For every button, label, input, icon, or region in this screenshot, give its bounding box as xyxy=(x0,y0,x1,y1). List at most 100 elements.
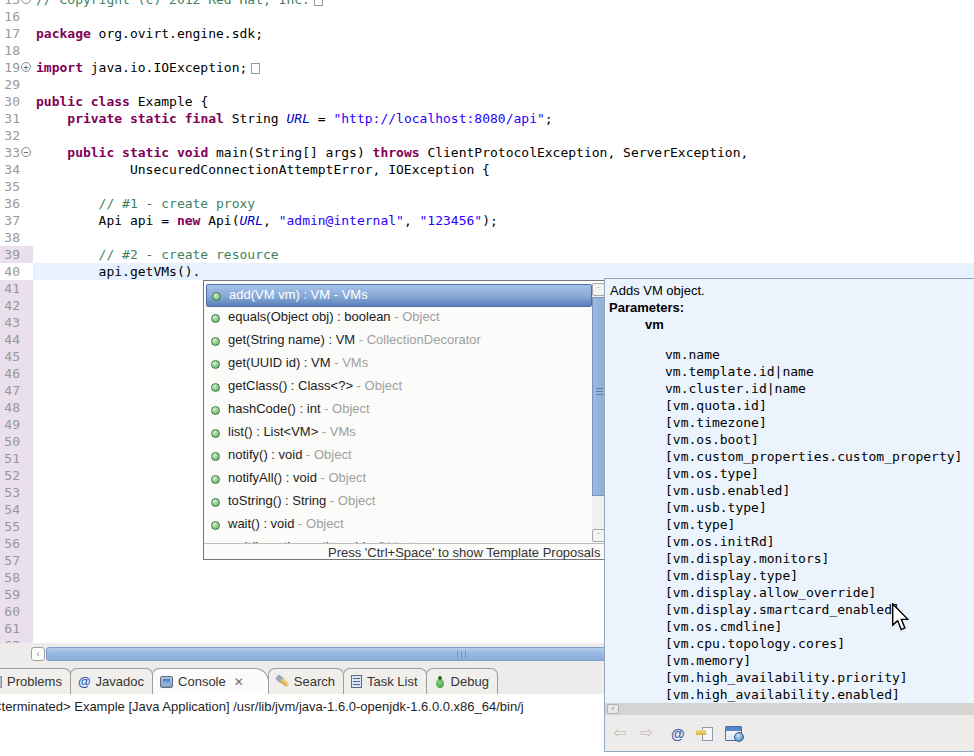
code-text: // #2 - create resource xyxy=(33,246,974,263)
completion-item[interactable]: get(UUID id) : VM - VMs xyxy=(206,353,592,376)
code-token: main(String[] args) xyxy=(208,145,372,160)
completion-item[interactable]: getClass() : Class<?> - Object xyxy=(206,376,592,399)
code-token: public xyxy=(67,145,114,160)
open-attached-javadoc-icon[interactable] xyxy=(696,726,713,741)
line-number: 17 xyxy=(0,25,33,42)
code-token: static xyxy=(130,111,177,126)
completion-status-text: Press 'Ctrl+Space' to show Template Prop… xyxy=(328,545,600,560)
code-line: 17package org.ovirt.engine.sdk; xyxy=(0,25,974,42)
tab-label: Debug xyxy=(451,674,489,689)
completion-item[interactable]: notifyAll() : void - Object xyxy=(206,468,592,491)
code-token: , xyxy=(404,213,420,228)
completion-item-label: add(VM vm) : VM - VMs xyxy=(229,287,368,302)
code-text: public class Example { xyxy=(33,93,974,110)
code-text: public static void main(String[] args) t… xyxy=(33,144,974,161)
completion-item-origin: - Object xyxy=(306,447,352,462)
fold-expand-icon[interactable]: + xyxy=(21,62,31,72)
forward-icon[interactable]: ⇨ xyxy=(640,724,653,742)
javadoc-param-row: [vm.usb.type] xyxy=(665,499,767,516)
code-token: class xyxy=(91,94,130,109)
close-tab-icon[interactable]: ✕ xyxy=(234,675,244,689)
line-number: 60 xyxy=(0,603,33,620)
code-token: public xyxy=(36,94,83,109)
javadoc-parameters-label: Parameters: xyxy=(609,299,684,316)
javadoc-param-row: [vm.high_availability.priority] xyxy=(665,669,908,686)
hscroll-left-button[interactable]: ‹ xyxy=(31,647,45,661)
line-number: 41 xyxy=(0,280,33,297)
completion-item[interactable]: add(VM vm) : VM - VMs xyxy=(206,284,592,307)
javadoc-icon: @ xyxy=(78,674,91,689)
code-token: throws xyxy=(373,145,420,160)
open-input-icon[interactable] xyxy=(725,726,743,740)
line-number: 39 xyxy=(0,246,33,263)
code-token xyxy=(114,145,122,160)
code-line: 19+import java.io.IOException; xyxy=(0,59,974,76)
code-text: Api api = new Api(URL, "admin@internal",… xyxy=(33,212,974,229)
code-line: 16 xyxy=(0,8,974,25)
code-line: 31 private static final String URL = "ht… xyxy=(0,110,974,127)
tab-task-list[interactable]: Task List xyxy=(343,668,427,694)
code-line: 30public class Example { xyxy=(0,93,974,110)
tab-search[interactable]: Search xyxy=(268,668,344,694)
show-javadoc-icon[interactable]: @ xyxy=(671,725,685,743)
completion-item[interactable]: equals(Object obj) : boolean - Object xyxy=(206,307,592,330)
javadoc-param-row: [vm.os.initRd] xyxy=(665,533,775,550)
line-number: 30 xyxy=(0,93,33,110)
line-number: 16 xyxy=(0,8,33,25)
public-method-icon xyxy=(211,360,220,369)
tab-problems[interactable]: Problems xyxy=(0,668,71,694)
completion-item[interactable]: wait() : void - Object xyxy=(206,514,592,537)
javadoc-param-row: [vm.display.monitors] xyxy=(665,550,829,567)
code-line: 39 // #2 - create resource xyxy=(0,246,974,263)
code-line: 15−// Copyright (c) 2012 Red Hat, Inc. xyxy=(0,0,974,8)
debug-icon xyxy=(434,676,446,688)
code-text: import java.io.IOException; xyxy=(33,59,974,76)
javadoc-hscrollbar[interactable]: ‹ xyxy=(605,703,974,715)
folded-region-box[interactable] xyxy=(251,63,260,74)
completion-item-origin: - VMs xyxy=(334,355,368,370)
code-token: void xyxy=(177,145,208,160)
code-text: // #1 - create proxy xyxy=(33,195,974,212)
tab-javadoc[interactable]: @ Javadoc xyxy=(70,668,153,694)
code-line: 38 xyxy=(0,229,974,246)
line-number: 46 xyxy=(0,365,33,382)
completion-item-origin: - CollectionDecorator xyxy=(359,332,481,347)
line-number: 31 xyxy=(0,110,33,127)
tab-label: Search xyxy=(294,674,335,689)
completion-list[interactable]: add(VM vm) : VM - VMs equals(Object obj) … xyxy=(204,281,604,544)
code-line: 35 xyxy=(0,178,974,195)
line-number: 48 xyxy=(0,399,33,416)
completion-item-label: toString() : String - Object xyxy=(228,493,375,508)
back-icon[interactable]: ⇦ xyxy=(613,724,626,742)
javadoc-param-row: [vm.display.type] xyxy=(665,567,798,584)
code-token xyxy=(177,111,185,126)
tab-debug[interactable]: Debug xyxy=(426,668,498,694)
public-method-icon xyxy=(211,452,220,461)
code-token: , xyxy=(263,213,279,228)
console-process-label: <terminated> Example [Java Application] … xyxy=(0,699,524,714)
completion-item-origin: - Object xyxy=(357,378,403,393)
code-token: final xyxy=(185,111,224,126)
tab-label: Javadoc xyxy=(96,674,144,689)
completion-item[interactable]: notify() : void - Object xyxy=(206,445,592,468)
console-icon xyxy=(160,676,173,688)
line-number: 55 xyxy=(0,518,33,535)
code-text: UnsecuredConnectionAttemptError, IOExcep… xyxy=(33,161,974,178)
code-token: UnsecuredConnectionAttemptError, IOExcep… xyxy=(36,162,490,177)
code-token: = xyxy=(310,111,333,126)
completion-item[interactable]: hashCode() : int - Object xyxy=(206,399,592,422)
code-text xyxy=(33,127,974,144)
javadoc-hscroll-left-button[interactable]: ‹ xyxy=(607,704,619,714)
completion-item-origin: - Object xyxy=(330,493,376,508)
completion-item[interactable]: toString() : String - Object xyxy=(206,491,592,514)
completion-item[interactable]: list() : List<VM> - VMs xyxy=(206,422,592,445)
completion-item[interactable]: get(String name) : VM - CollectionDecora… xyxy=(206,330,592,353)
line-number: 29 xyxy=(0,76,33,93)
folded-region-box[interactable] xyxy=(314,0,323,6)
code-line: 36 // #1 - create proxy xyxy=(0,195,974,212)
tab-console[interactable]: Console✕ xyxy=(152,668,269,694)
completion-item-label: wait() : void - Object xyxy=(228,516,344,531)
fold-collapse-icon[interactable]: − xyxy=(21,147,31,157)
hscroll-grip xyxy=(461,651,462,658)
javadoc-param-row: [vm.usb.enabled] xyxy=(665,482,790,499)
